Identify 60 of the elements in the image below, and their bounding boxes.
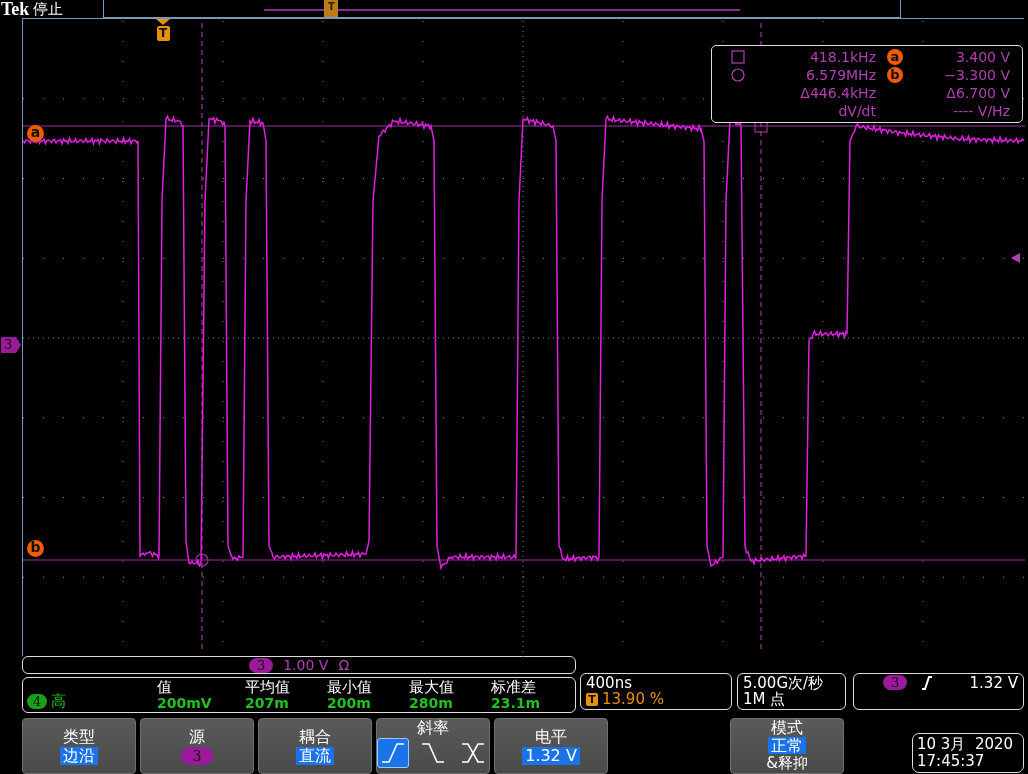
impedance-label: Ω <box>338 657 350 673</box>
slope-option[interactable] <box>377 738 409 768</box>
cursor-reading: Δ446.4kHz <box>799 84 876 102</box>
measurement-value: 280m <box>409 695 454 711</box>
square-cursor-icon <box>731 50 745 64</box>
measurement-header: 平均值 <box>245 679 291 695</box>
time-scale: 400ns <box>586 675 633 691</box>
measurement-value: 207m <box>245 695 290 711</box>
trigger-level: 1.32 V <box>969 675 1018 691</box>
channel-status-bar[interactable]: 3 1.00 V Ω <box>22 656 576 674</box>
measurement-header: 标准差 <box>491 679 537 695</box>
horizontal-cursor-line[interactable] <box>23 559 1025 561</box>
measurement-header: 最小值 <box>327 679 373 695</box>
brand-logo: Tek <box>0 0 30 18</box>
cursor-reading: 418.1kHz <box>808 48 876 66</box>
cursor-value: Δ6.700 V <box>945 84 1010 102</box>
circle-cursor-icon <box>195 553 209 567</box>
channel-badge: 3 <box>248 657 274 673</box>
measurement-value: 23.1m <box>491 695 542 711</box>
cursor-value: 3.400 V <box>954 48 1010 66</box>
softkey-button[interactable]: 电平 1.32 V <box>494 718 608 774</box>
channel-scale: 1.00 V <box>283 657 329 673</box>
record-length: 1M 点 <box>743 691 787 707</box>
measurement-header: 最大值 <box>409 679 455 695</box>
softkey-button[interactable]: 模式 正常 &释抑 <box>730 718 844 774</box>
trigger-position: 13.90 % <box>602 691 664 707</box>
rising-edge-icon <box>379 740 407 766</box>
acquisition-panel[interactable]: 5.00G次/秒 1M 点 <box>737 673 846 710</box>
horizontal-cursor-line[interactable] <box>23 125 1025 127</box>
trigger-icon: T <box>586 692 598 706</box>
softkey-button[interactable]: 源 3 <box>140 718 254 774</box>
cursor-label: b <box>27 540 44 557</box>
sample-rate: 5.00G次/秒 <box>743 675 825 691</box>
measurement-name: 高 <box>51 692 67 711</box>
date-text: 10 3月 2020 <box>917 736 1015 753</box>
circle-cursor-icon <box>731 68 745 82</box>
rising-edge-icon <box>921 675 934 690</box>
softkey-button[interactable]: 类型 边沿 <box>22 718 136 774</box>
acquisition-state: 停止 <box>33 0 64 18</box>
measurement-value: 200mV <box>157 695 213 711</box>
softkey-button[interactable]: 斜率 <box>376 718 490 774</box>
trigger-level-arrow-icon <box>1011 253 1020 263</box>
cursor-reading: dV/dt <box>837 102 876 120</box>
cursor-label: a <box>27 125 44 142</box>
channel-badge: 4 <box>27 694 48 709</box>
cursor-reading: 6.579MHz <box>804 66 876 84</box>
cursor-label: b <box>887 67 903 83</box>
cursor-value: −3.300 V <box>943 66 1010 84</box>
trigger-panel[interactable]: 3 1.32 V <box>853 673 1024 710</box>
cursor-value: ---- V/Hz <box>952 102 1010 120</box>
timebase-panel[interactable]: 400ns T 13.90 % <box>580 673 732 710</box>
falling-edge-icon <box>419 740 447 766</box>
cursor-label: a <box>887 49 903 65</box>
time-text: 17:45:37 <box>917 753 986 770</box>
softkey-button[interactable]: 耦合 直流 <box>258 718 372 774</box>
channel-badge: 3 <box>883 675 908 690</box>
measurement-header: 值 <box>157 679 173 695</box>
either-edge-icon <box>459 740 487 766</box>
record-trigger-marker: T <box>324 0 339 17</box>
measurement-value: 200m <box>327 695 372 711</box>
